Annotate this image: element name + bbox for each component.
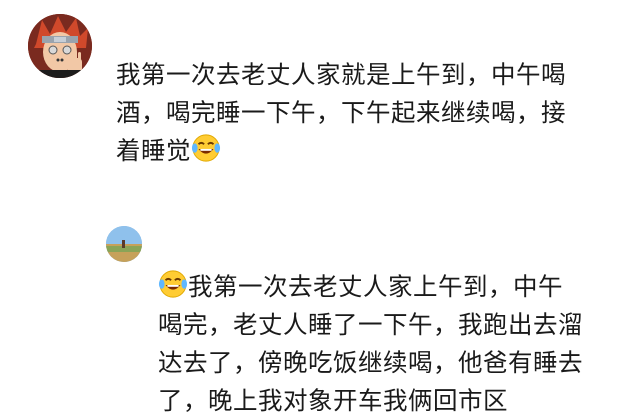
comment-1-line-text: 着睡觉 [116, 136, 191, 165]
comment-1-line: 我第一次去老丈人家就是上午到，中午喝 [116, 60, 566, 89]
comment-1-text: 我第一次去老丈人家就是上午到，中午喝 酒，喝完睡一下午，下午起来继续喝，接 着睡… [116, 56, 566, 170]
user-avatar[interactable] [106, 226, 142, 262]
avatar-image [106, 226, 142, 262]
comment-2-line: 喝完，老丈人睡了一下午，我跑出去溜 [158, 310, 583, 339]
comment-2-line-text: 我第一次去老丈人家上午到，中午 [188, 272, 563, 301]
comment-1-line: 着睡觉 [116, 132, 566, 170]
comment-2-line: 我第一次去老丈人家上午到，中午 [158, 268, 583, 306]
avatar-image [28, 14, 92, 78]
comment-2-line: 了，晚上我对象开车我俩回市区 [158, 386, 508, 415]
laughing-crying-face-icon [158, 270, 188, 298]
comment-2-line: 达去了，傍晚吃饭继续喝，他爸有睡去 [158, 348, 583, 377]
comment-2-text: 我第一次去老丈人家上午到，中午 喝完，老丈人睡了一下午，我跑出去溜 达去了，傍晚… [158, 268, 583, 420]
comment-1-line: 酒，喝完睡一下午，下午起来继续喝，接 [116, 98, 566, 127]
laughing-crying-face-icon [191, 134, 221, 162]
user-avatar[interactable] [28, 14, 92, 78]
